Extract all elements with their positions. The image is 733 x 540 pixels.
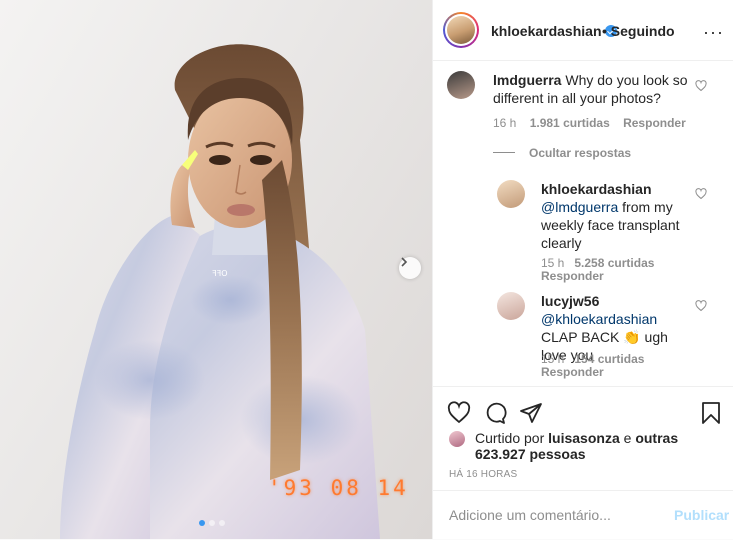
mention-link[interactable]: @khloekardashian bbox=[541, 311, 657, 327]
reply-username[interactable]: lucyjw56 bbox=[541, 293, 599, 309]
reply-age: 15 h bbox=[541, 352, 565, 366]
separator: • bbox=[602, 23, 607, 39]
liker-username[interactable]: luisasonza bbox=[548, 430, 620, 446]
reply-meta: 15 h 5.258 curtidas Responder bbox=[541, 257, 691, 283]
likes-prefix: Curtido por bbox=[475, 430, 545, 446]
avatar[interactable] bbox=[447, 71, 475, 99]
avatar[interactable] bbox=[497, 292, 525, 320]
post-side-panel: khloekardashian • Seguindo ··· lmdguerra… bbox=[432, 0, 733, 539]
carousel-dot bbox=[199, 520, 205, 526]
reply-button[interactable]: Responder bbox=[623, 116, 686, 130]
avatar[interactable] bbox=[449, 431, 465, 447]
heart-icon[interactable] bbox=[447, 401, 471, 425]
comments-list[interactable]: lmdguerra Why do you look so different i… bbox=[433, 61, 733, 386]
publish-button[interactable]: Publicar bbox=[674, 507, 729, 523]
comment-likes[interactable]: 1.981 curtidas bbox=[530, 116, 610, 130]
author-name-wrap: khloekardashian bbox=[491, 23, 617, 39]
next-photo-button[interactable] bbox=[399, 257, 421, 279]
carousel-indicator bbox=[199, 520, 225, 526]
avatar[interactable] bbox=[497, 180, 525, 208]
comment-icon[interactable] bbox=[483, 401, 507, 425]
instagram-post: ꟻꟻO '93 08 14 khloekardashian • Seguindo… bbox=[0, 0, 733, 539]
hide-replies-button[interactable]: Ocultar respostas bbox=[529, 146, 631, 160]
add-comment-bar: Publicar bbox=[433, 490, 733, 540]
reply-meta: 15 h 154 curtidas Responder bbox=[541, 353, 691, 379]
more-options-icon[interactable]: ··· bbox=[703, 22, 724, 43]
heart-icon[interactable] bbox=[695, 80, 707, 92]
date-stamp: '93 08 14 bbox=[268, 476, 409, 500]
following-status[interactable]: • Seguindo bbox=[602, 23, 675, 39]
divider bbox=[493, 152, 515, 153]
reply-likes[interactable]: 154 curtidas bbox=[574, 352, 644, 366]
post-time[interactable]: HÁ 16 HORAS bbox=[449, 469, 517, 480]
comment-username[interactable]: lmdguerra bbox=[493, 72, 561, 88]
comment-text: lmdguerra Why do you look so different i… bbox=[493, 71, 698, 107]
bookmark-icon[interactable] bbox=[699, 401, 723, 425]
comment-age: 16 h bbox=[493, 116, 517, 130]
reply-text: khloekardashian @lmdguerra from my weekl… bbox=[541, 180, 696, 252]
reply-likes[interactable]: 5.258 curtidas bbox=[574, 256, 654, 270]
reply-button[interactable]: Responder bbox=[541, 365, 604, 379]
reply-age: 15 h bbox=[541, 256, 565, 270]
heart-icon[interactable] bbox=[695, 300, 707, 312]
carousel-dot bbox=[209, 520, 215, 526]
mention-link[interactable]: @lmdguerra bbox=[541, 199, 618, 215]
heart-icon[interactable] bbox=[695, 188, 707, 200]
author-username[interactable]: khloekardashian bbox=[491, 23, 602, 39]
carousel-dot bbox=[219, 520, 225, 526]
avatar bbox=[447, 16, 475, 44]
likes-middle: e bbox=[623, 430, 632, 446]
post-photo[interactable]: ꟻꟻO '93 08 14 bbox=[0, 0, 432, 539]
photo-illustration: ꟻꟻO bbox=[60, 44, 380, 539]
share-icon[interactable] bbox=[519, 401, 543, 425]
collar-text: ꟻꟻO bbox=[212, 269, 228, 278]
author-avatar[interactable] bbox=[443, 12, 479, 48]
likes-text: Curtido por luisasonza e outras 623.927 … bbox=[475, 430, 725, 462]
comment-meta: 16 h 1.981 curtidas Responder bbox=[493, 116, 686, 130]
post-header: khloekardashian • Seguindo ··· bbox=[433, 0, 733, 61]
comment-input[interactable] bbox=[447, 506, 651, 524]
reply-button[interactable]: Responder bbox=[541, 269, 604, 283]
following-button[interactable]: Seguindo bbox=[611, 23, 675, 39]
reply-username[interactable]: khloekardashian bbox=[541, 181, 652, 197]
